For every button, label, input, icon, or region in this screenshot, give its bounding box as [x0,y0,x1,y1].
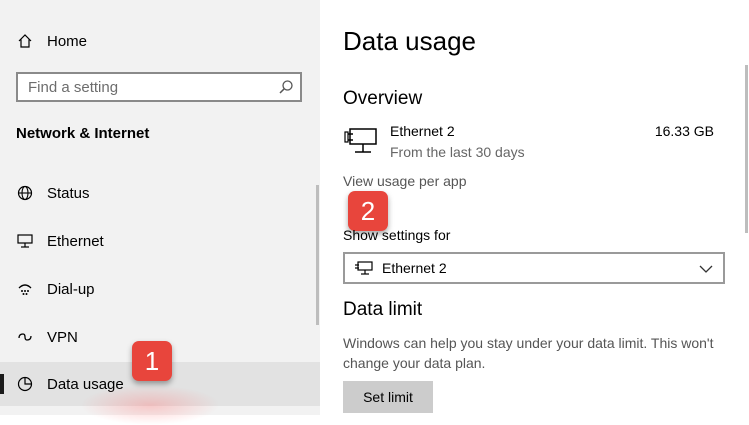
highlight-glow [80,385,220,425]
selection-indicator [0,374,4,394]
search-placeholder: Find a setting [28,79,119,96]
dropdown-value: Ethernet 2 [382,260,447,276]
sidebar-item-home[interactable]: Home [0,19,320,63]
show-settings-label: Show settings for [343,227,451,243]
step-marker-1: 1 [132,341,172,381]
chevron-down-icon [699,262,713,274]
home-icon [16,32,34,50]
data-limit-description: Windows can help you stay under your dat… [343,335,714,371]
sidebar-item-label: Ethernet [47,232,104,250]
sidebar-item-label: Status [47,184,90,202]
sidebar-scrollbar[interactable] [316,185,319,325]
connection-period: From the last 30 days [390,144,525,160]
page-title: Data usage [343,26,476,56]
main-content: Data usage Overview Ethernet 2 From the … [320,0,749,415]
search-icon[interactable] [278,79,294,95]
set-limit-button[interactable]: Set limit [343,381,433,413]
section-title: Network & Internet [16,125,150,142]
sidebar-item-ethernet[interactable]: Ethernet [0,219,320,263]
overview-heading: Overview [343,88,423,109]
connection-usage: 16.33 GB [654,123,714,139]
dial-up-icon [16,280,34,298]
content-scrollbar[interactable] [745,65,748,233]
sidebar-item-status[interactable]: Status [0,171,320,215]
globe-icon [16,184,34,202]
ethernet-icon [344,126,378,154]
search-input[interactable]: Find a setting [16,72,302,102]
ethernet-icon [16,232,34,250]
data-usage-icon [16,375,34,393]
sidebar-item-label: VPN [47,328,78,346]
vpn-icon [16,328,34,346]
sidebar: Home Find a setting Network & Internet S… [0,0,320,425]
sidebar-item-label: Dial-up [47,280,95,298]
ethernet-icon [355,261,373,275]
network-select[interactable]: Ethernet 2 [343,252,725,284]
step-marker-2: 2 [348,191,388,231]
sidebar-item-label: Home [47,32,88,50]
view-usage-per-app-link[interactable]: View usage per app [343,173,467,189]
data-limit-heading: Data limit [343,299,423,320]
connection-name: Ethernet 2 [390,123,455,139]
sidebar-item-dial-up[interactable]: Dial-up [0,267,320,311]
